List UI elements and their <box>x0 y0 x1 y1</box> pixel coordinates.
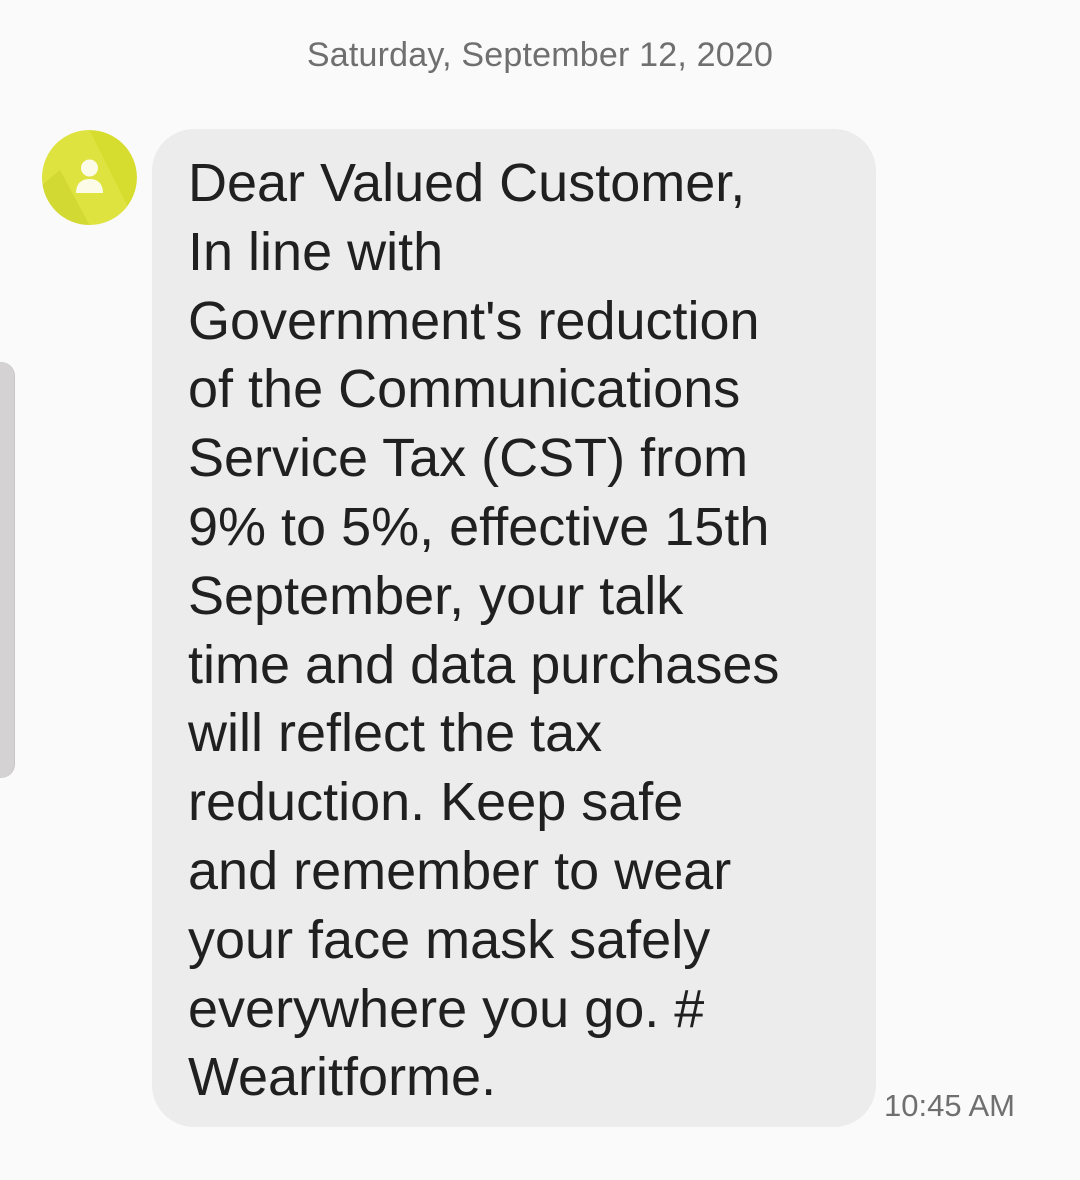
scroll-handle[interactable] <box>0 362 14 778</box>
person-icon <box>42 130 137 225</box>
message-line: and remember to wear <box>188 840 732 901</box>
message-line: will reflect the tax <box>188 703 603 764</box>
message-line: of the Communications <box>188 359 741 420</box>
message-timestamp: 10:45 AM <box>884 1088 1015 1123</box>
message-line: your face mask safely <box>188 909 711 970</box>
message-bubble[interactable]: Dear Valued Customer, In line with Gover… <box>152 129 876 1127</box>
message-line: reduction. Keep safe <box>188 772 684 833</box>
message-line: Wearitforme. <box>188 1047 497 1108</box>
message-line: Dear Valued Customer, <box>188 153 746 213</box>
message-line: 9% to 5%, effective 15th <box>188 496 770 557</box>
date-header: Saturday, September 12, 2020 <box>306 36 774 74</box>
message-line: time and data purchases <box>188 634 780 695</box>
message-line: In line with <box>188 221 444 282</box>
message-line: Service Tax (CST) from <box>188 428 749 489</box>
message-line: September, your talk <box>188 565 684 626</box>
message-line: everywhere you go. # <box>188 978 705 1039</box>
message-line: Government's reduction <box>188 290 760 351</box>
sender-avatar[interactable] <box>42 130 137 225</box>
